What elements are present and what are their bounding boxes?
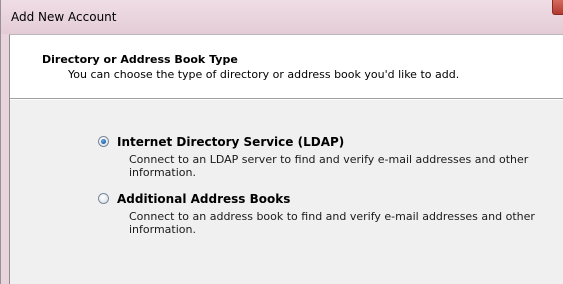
ldap-option-description: Connect to an LDAP server to find and ve… [129,153,529,179]
ldap-option-label[interactable]: Internet Directory Service (LDAP) [117,135,344,149]
header-title: Directory or Address Book Type [42,53,238,66]
header-subtitle: You can choose the type of directory or … [68,68,460,81]
address-books-option-label[interactable]: Additional Address Books [117,192,290,206]
address-books-option-description: Connect to an address book to find and v… [129,210,535,236]
close-button[interactable] [552,0,563,15]
dialog-content: Directory or Address Book Type You can c… [9,34,563,284]
window-title: Add New Account [11,10,117,24]
dialog-header: Directory or Address Book Type You can c… [10,35,563,98]
ldap-radio-button[interactable] [98,136,109,147]
address-books-radio-button[interactable] [98,193,109,204]
title-bar[interactable]: Add New Account [1,0,563,34]
add-new-account-dialog: Add New Account Directory or Address Boo… [0,0,563,284]
header-divider-highlight [10,99,563,100]
